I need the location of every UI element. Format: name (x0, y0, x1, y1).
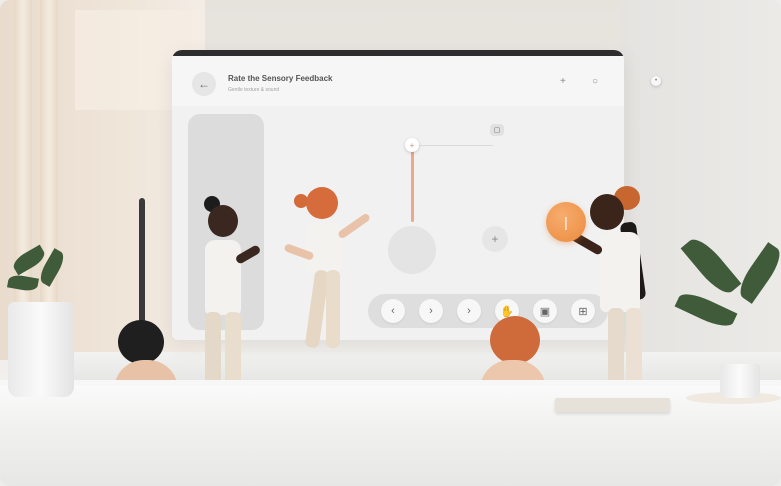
leg (326, 270, 340, 348)
tablet-tray (555, 398, 670, 412)
plant-pot-left (8, 302, 74, 397)
hair (490, 316, 540, 364)
plus-icon[interactable]: + (560, 76, 566, 87)
grid-icon: ⊞ (578, 305, 588, 318)
leg (205, 312, 221, 390)
head (590, 194, 624, 230)
head (306, 187, 338, 219)
head (208, 205, 238, 237)
add-button[interactable]: + (482, 226, 508, 252)
scene: ← Rate the Sensory Feedback Gentle textu… (0, 0, 781, 486)
hair (118, 320, 164, 364)
line-icon: | (564, 214, 568, 230)
torso (205, 240, 241, 315)
bookmark-button[interactable]: ▣ (533, 299, 557, 323)
torso (600, 232, 640, 312)
panel-title: Rate the Sensory Feedback (228, 74, 333, 83)
chevron-right-icon: › (467, 305, 471, 317)
bookmark-icon: ▣ (539, 305, 551, 318)
arrow-left-icon: ← (198, 77, 210, 91)
connector-line (418, 145, 493, 146)
torso (306, 222, 342, 272)
grid-button[interactable]: ⊞ (571, 299, 595, 323)
previous-button[interactable]: ‹ (381, 299, 405, 323)
leg (225, 312, 241, 390)
back-shelf (70, 352, 781, 382)
dial-control[interactable] (388, 226, 436, 274)
back-button[interactable]: ← (192, 72, 216, 96)
square-icon: ▢ (493, 127, 501, 134)
orange-action-button[interactable]: | (546, 202, 586, 242)
plus-icon: + (491, 232, 499, 246)
plant-pot-right (720, 364, 760, 398)
slider-handle[interactable]: + (405, 138, 419, 152)
circle-icon[interactable]: ○ (592, 76, 598, 87)
plus-icon: + (409, 140, 415, 150)
chevron-left-icon: ‹ (391, 305, 395, 317)
dot-icon: • (654, 78, 658, 84)
bottom-toolbar: ‹ › › ✋ ▣ ⊞ (368, 294, 608, 328)
floating-button[interactable]: • (651, 76, 661, 86)
panel-header: ← Rate the Sensory Feedback Gentle textu… (172, 56, 624, 106)
forward-button[interactable]: › (457, 299, 481, 323)
next-button[interactable]: › (419, 299, 443, 323)
pole (139, 198, 145, 323)
value-chip[interactable]: ▢ (490, 124, 504, 136)
chevron-right-icon: › (429, 305, 433, 317)
vertical-slider-track[interactable] (411, 146, 414, 222)
panel-subtitle: Gentle texture & sound (228, 87, 280, 93)
